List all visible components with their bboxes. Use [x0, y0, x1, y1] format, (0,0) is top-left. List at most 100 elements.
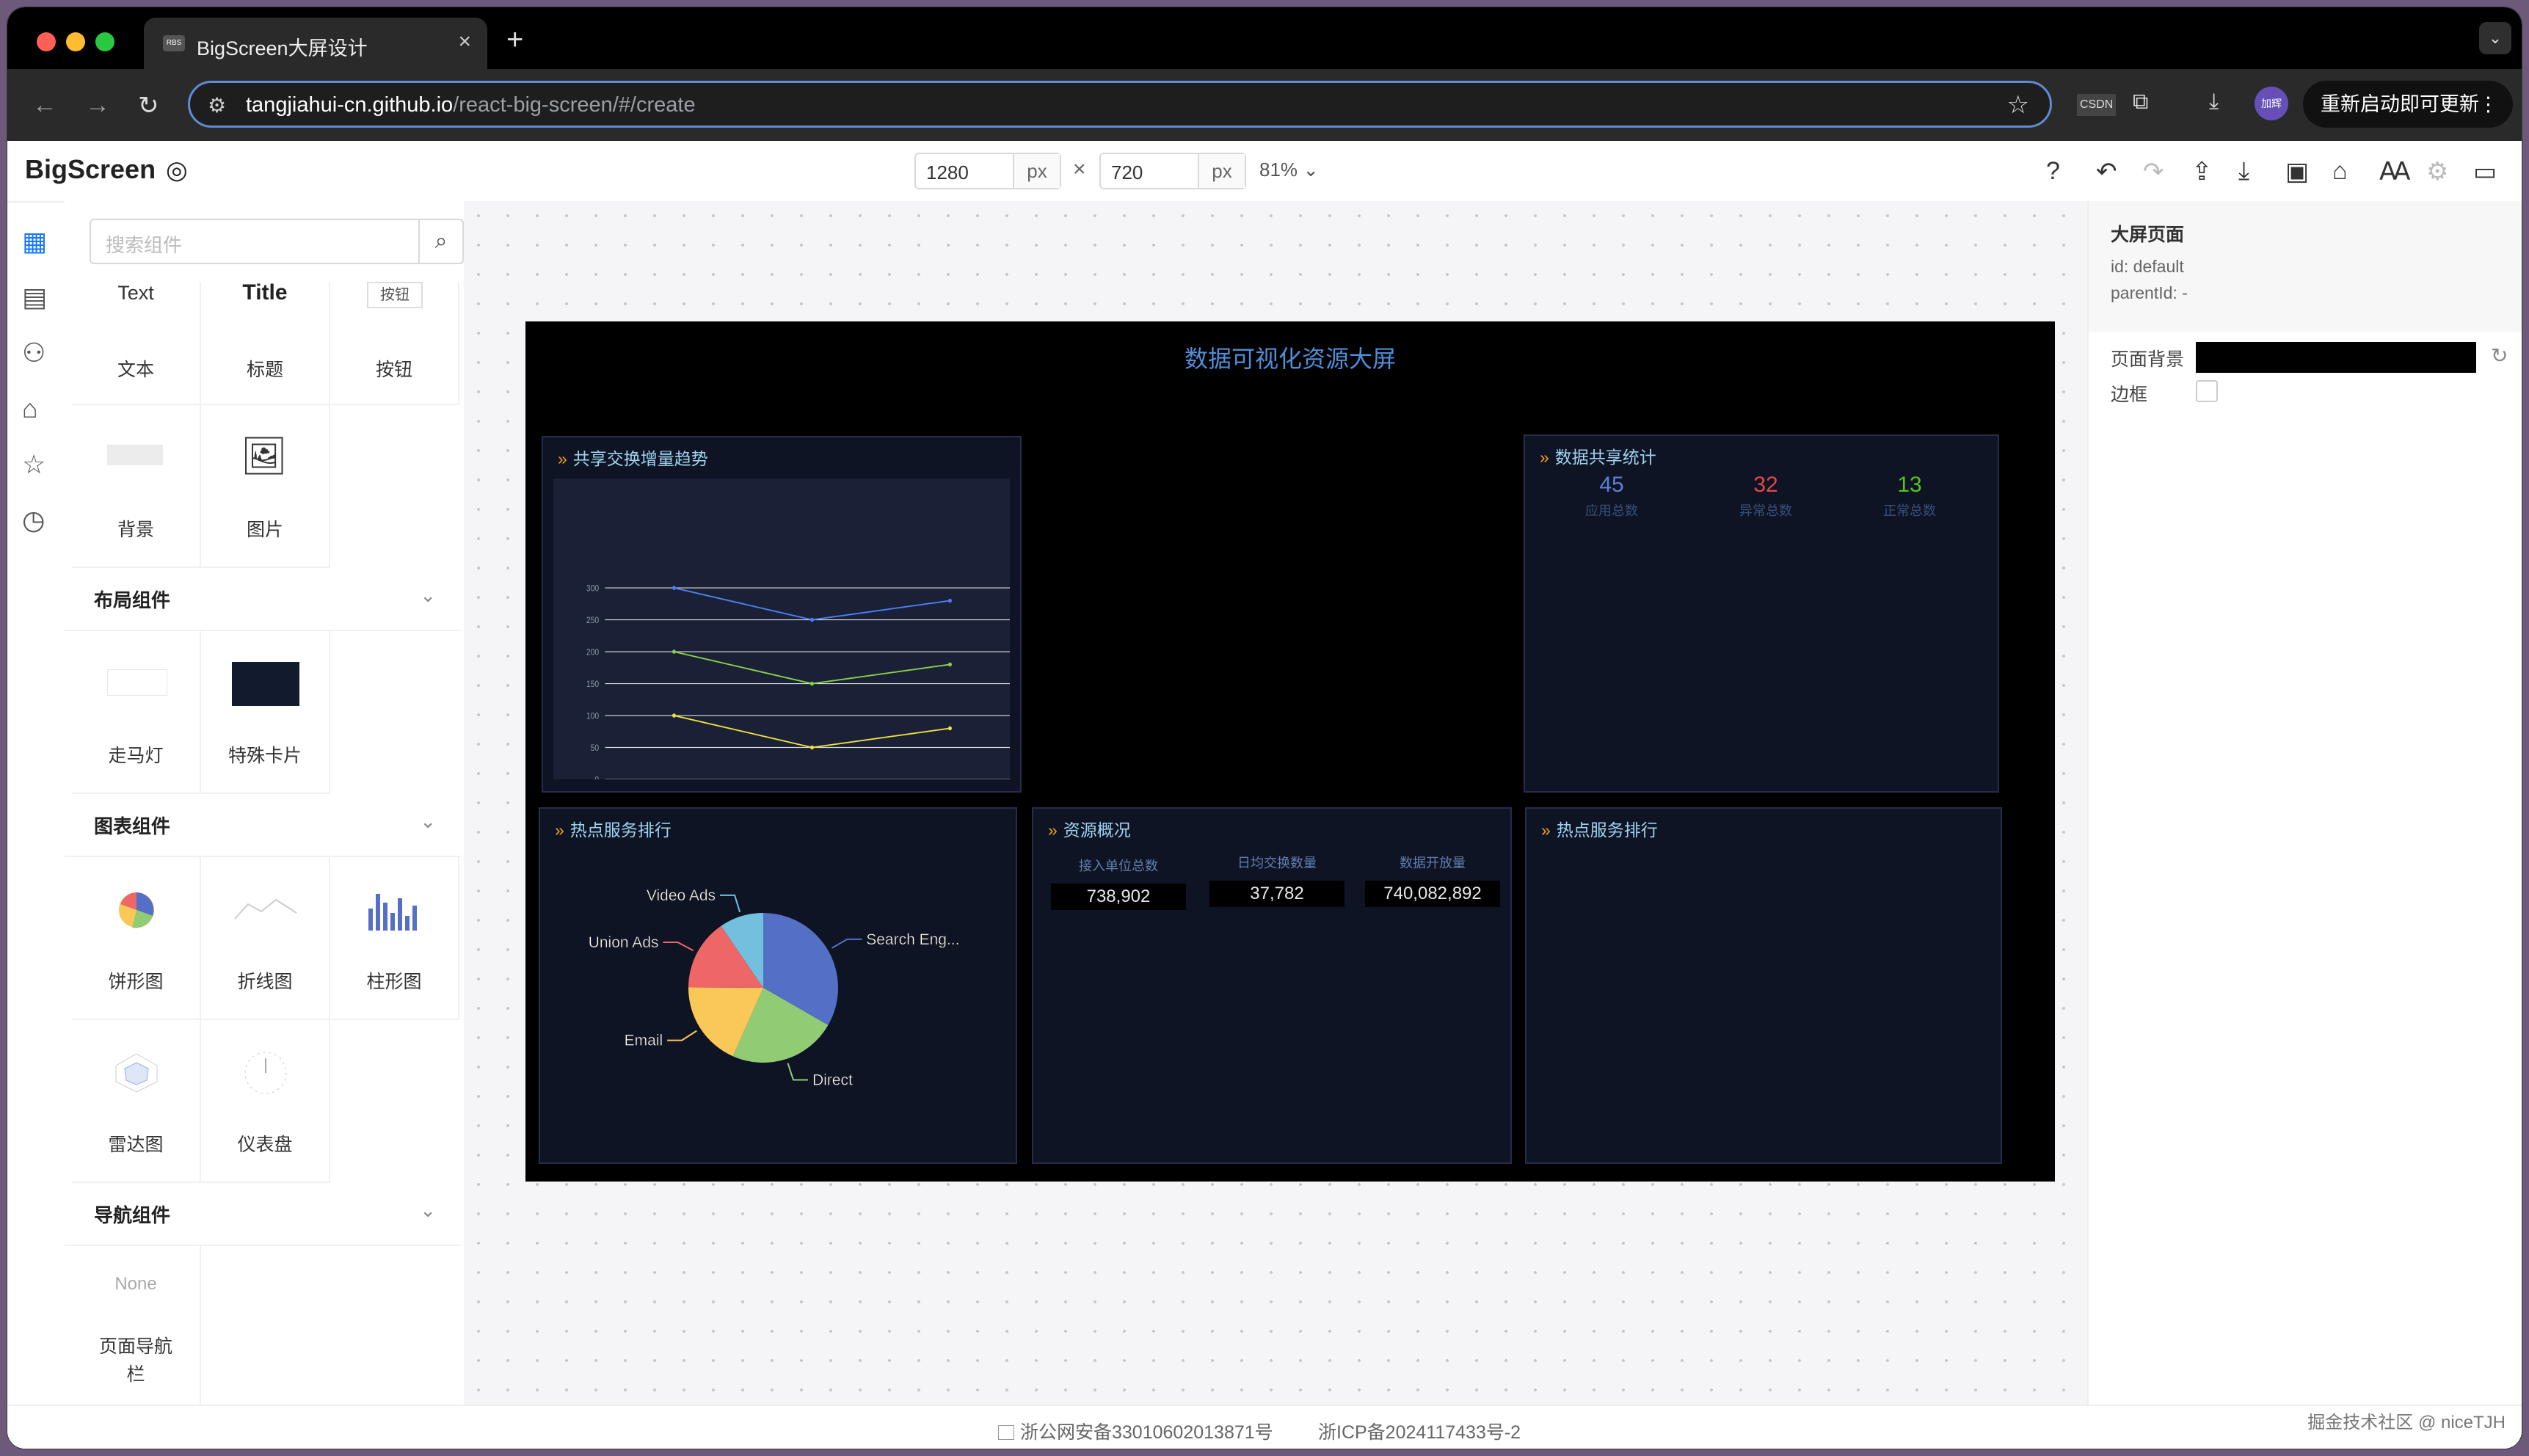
component-page-nav[interactable]: None 页面导航栏: [72, 1246, 201, 1405]
help-icon[interactable]: ?: [2046, 157, 2060, 186]
component-button[interactable]: 按钮 按钮: [330, 282, 459, 405]
resources-icon[interactable]: ⌂: [22, 393, 38, 424]
background-preview: [107, 445, 163, 465]
github-icon[interactable]: ◎: [166, 156, 188, 185]
component-special-card[interactable]: 特殊卡片: [201, 631, 330, 794]
export-icon[interactable]: ⇪: [2191, 157, 2213, 186]
reset-icon[interactable]: ↻: [2491, 343, 2508, 368]
save-icon[interactable]: ▣: [2285, 157, 2309, 186]
maximize-window-button[interactable]: [95, 32, 114, 51]
address-bar-row: ← → ↻ ⚙ tangjiahui-cn.github.io/react-bi…: [7, 69, 2522, 141]
card-header: » 共享交换增量趋势: [558, 445, 708, 470]
component-gauge[interactable]: 仪表盘: [201, 1020, 330, 1183]
design-canvas[interactable]: 数据可视化资源大屏 »共享交换增量趋势 050100150200250300选项…: [464, 201, 2087, 1405]
y-tick-label: 250: [586, 616, 599, 626]
line-chart-plot: 050100150200250300选项一选项二选项三: [586, 584, 1010, 779]
relaunch-button[interactable]: 重新启动即可更新 ⋮: [2303, 81, 2513, 128]
components-icon[interactable]: ▦: [22, 226, 47, 257]
download-icon[interactable]: ⤓: [2209, 90, 2219, 114]
data-point: [672, 586, 676, 590]
card-header: » 资源概况: [1048, 816, 1131, 841]
data-point: [809, 617, 814, 622]
pie-chart-card[interactable]: » 热点服务排行 Search Eng... Direct Email Union Ad…: [539, 807, 1017, 1164]
card-header: » 热点服务排行: [555, 816, 672, 841]
extensions-icon[interactable]: ⧉: [2133, 90, 2148, 114]
bookmark-star-icon[interactable]: ☆: [2007, 90, 2029, 120]
favorites-icon[interactable]: ☆: [22, 449, 46, 480]
settings-icon[interactable]: ⚙: [2426, 157, 2448, 186]
icp-link[interactable]: 浙ICP备2024117433号-2: [1318, 1418, 1521, 1444]
minimize-window-button[interactable]: [66, 32, 85, 51]
title-preview: Title: [242, 280, 288, 305]
card-header: » 数据共享统计: [1540, 443, 1656, 468]
properties-header: 大屏页面 id: default parentId: -: [2089, 201, 2522, 332]
import-icon[interactable]: ⤓: [2238, 157, 2249, 186]
component-radar[interactable]: 雷达图: [72, 1020, 201, 1183]
back-icon[interactable]: ←: [32, 91, 57, 120]
redo-icon[interactable]: ↷: [2143, 157, 2164, 186]
component-pie[interactable]: 饼形图: [72, 857, 201, 1020]
resources-card[interactable]: » 资源概况 接入单位总数 738,902 日均交换数量 37,782 数据开放量…: [1032, 807, 1512, 1164]
tab-search-icon[interactable]: ⌄: [2479, 22, 2511, 54]
border-checkbox[interactable]: [2196, 380, 2218, 402]
pages-icon[interactable]: ▤: [22, 282, 47, 313]
width-input[interactable]: 1280 px: [914, 153, 1061, 189]
data-point: [947, 662, 952, 667]
share-stats-card[interactable]: » 数据共享统计 45 应用总数 32 异常总数 13 正常总数: [1524, 434, 1999, 793]
url-host: tangjiahui-cn.github.io: [246, 93, 454, 117]
profile-avatar[interactable]: 加辉: [2255, 87, 2288, 120]
zoom-select[interactable]: 81% ⌄: [1259, 159, 1319, 181]
undo-icon[interactable]: ↶: [2096, 157, 2117, 186]
font-icon[interactable]: Ꜳ: [2379, 157, 2410, 186]
component-search-input[interactable]: 搜索组件: [90, 219, 420, 264]
component-carousel[interactable]: 走马灯: [72, 631, 201, 794]
big-screen[interactable]: 数据可视化资源大屏 »共享交换增量趋势 050100150200250300选项…: [525, 321, 2055, 1182]
properties-title: 大屏页面: [2111, 225, 2185, 245]
browser-tab[interactable]: RBS BigScreen大屏设计 ×: [144, 18, 487, 69]
nav-group-header[interactable]: 导航组件 ⌄: [65, 1183, 461, 1246]
text-preview: Text: [117, 282, 154, 304]
button-preview: 按钮: [367, 282, 423, 308]
tab-title: BigScreen大屏设计: [197, 37, 368, 59]
component-label: 背景: [117, 520, 154, 540]
background-color-picker[interactable]: [2196, 342, 2476, 373]
data-point: [809, 681, 814, 686]
preview-icon[interactable]: ▭: [2473, 157, 2497, 186]
new-tab-icon[interactable]: +: [506, 23, 523, 57]
data-point: [672, 649, 676, 654]
url-text: tangjiahui-cn.github.io/react-big-screen…: [246, 93, 696, 117]
pie-label: Direct: [812, 1071, 853, 1088]
data-point: [947, 726, 952, 731]
double-arrow-icon: »: [1048, 820, 1058, 840]
hot-services-card[interactable]: » 热点服务排行: [1525, 807, 2002, 1164]
component-label: 文本: [117, 360, 154, 380]
height-input[interactable]: 720 px: [1099, 153, 1246, 189]
stat-label: 异常总数: [1739, 503, 1792, 518]
search-icon[interactable]: ⌕: [418, 219, 464, 264]
component-title[interactable]: Title 标题: [201, 280, 330, 405]
url-path: /react-big-screen/#/create: [453, 93, 696, 117]
component-background[interactable]: 背景: [72, 405, 201, 568]
component-image[interactable]: 🖼 图片: [201, 405, 330, 568]
url-input[interactable]: ⚙ tangjiahui-cn.github.io/react-big-scre…: [188, 81, 2052, 128]
beian-link[interactable]: 浙公网安备33010602013871号: [998, 1418, 1273, 1444]
csdn-extension-icon[interactable]: CSDN: [2077, 94, 2117, 116]
chart-group-header[interactable]: 图表组件 ⌄: [65, 794, 461, 857]
history-icon[interactable]: ◷: [22, 505, 45, 536]
forward-icon[interactable]: →: [85, 91, 110, 120]
close-window-button[interactable]: [37, 32, 56, 51]
line-chart-card[interactable]: »共享交换增量趋势 050100150200250300选项一选项二选项三: [542, 436, 1022, 793]
component-bar[interactable]: 柱形图: [330, 857, 459, 1020]
templates-icon[interactable]: ⌂: [2332, 157, 2348, 186]
site-info-icon[interactable]: ⚙: [208, 93, 226, 117]
footer: 浙公网安备33010602013871号 浙ICP备2024117433号-2 …: [7, 1405, 2522, 1449]
reload-icon[interactable]: ↻: [138, 91, 159, 120]
component-line[interactable]: 折线图: [201, 857, 330, 1020]
close-tab-icon[interactable]: ×: [458, 29, 471, 54]
beian-text: 浙公网安备33010602013871号: [1020, 1422, 1273, 1443]
component-text[interactable]: Text 文本: [72, 282, 201, 405]
series-line: [674, 651, 950, 685]
layers-icon[interactable]: ⚇: [22, 338, 46, 368]
layout-group-header[interactable]: 布局组件 ⌄: [65, 568, 461, 631]
stat-errors: 32 异常总数: [1700, 473, 1832, 520]
